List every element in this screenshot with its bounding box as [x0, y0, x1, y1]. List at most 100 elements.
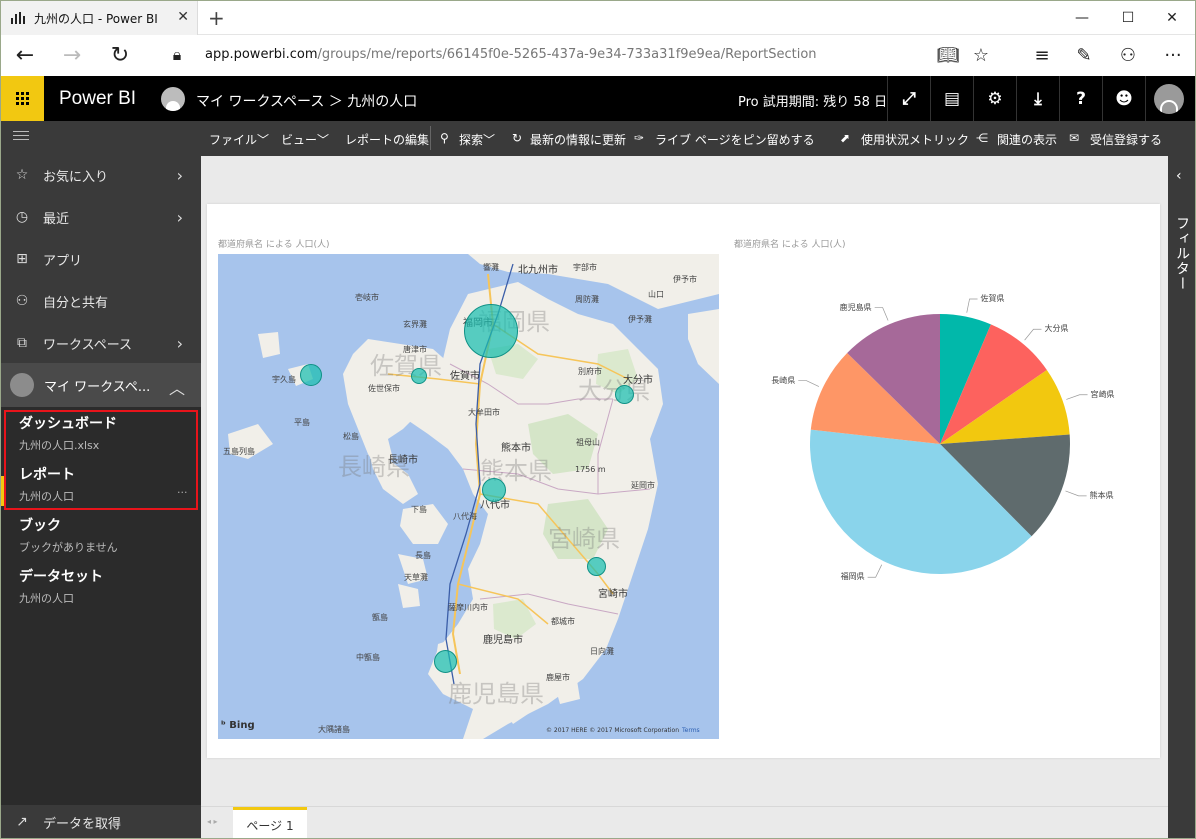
file-menu[interactable]: ファイル﹀ — [209, 131, 269, 148]
forward-icon[interactable]: → — [56, 41, 88, 69]
new-tab-icon[interactable]: + — [208, 6, 225, 30]
sidebar-item-shared[interactable]: ⚇ 自分と共有 — [1, 280, 201, 322]
url-host: app.powerbi.com — [205, 47, 318, 62]
map-bubble-kagoshima[interactable] — [434, 650, 457, 673]
section-item[interactable]: 九州の人口 — [19, 590, 74, 606]
section-heading: データセット — [19, 569, 103, 585]
refresh-icon[interactable]: ↻ — [104, 41, 136, 69]
pie-slice-label: 佐賀県 — [980, 293, 1005, 303]
sidebar-item-label: 最近 — [43, 211, 70, 227]
reading-view-icon[interactable]: 📖︎ — [931, 41, 965, 69]
left-nav-pane: ☆ お気に入り › ◷ 最近 › ⊞ アプリ ⚇ 自分と共有 ⧉ ワークスペース… — [1, 121, 201, 838]
breadcrumb[interactable]: マイ ワークスペース ＞ 九州の人口 — [196, 91, 417, 111]
more-icon[interactable]: ··· — [1156, 41, 1190, 69]
app-launcher-icon[interactable] — [1, 76, 44, 121]
pie-leader-line — [1066, 394, 1088, 400]
url-path: /groups/me/reports/66145f0e-5265-437a-9e… — [317, 47, 817, 62]
sidebar-item-label: 自分と共有 — [43, 295, 109, 311]
subscribe-button[interactable]: 受信登録する — [1090, 131, 1162, 148]
edit-report-button[interactable]: レポートの編集 — [345, 131, 429, 148]
share-icon[interactable]: ⚇ — [1111, 41, 1145, 69]
browser-window: 九州の人口 - Power BI ✕ + — ☐ ✕ ← → ↻ 🔒︎ app.… — [0, 0, 1196, 839]
account-avatar[interactable] — [1154, 84, 1184, 114]
map-label: 大分県 — [578, 377, 650, 405]
map-bubble-kumamoto[interactable] — [482, 478, 506, 502]
map-label: 天草灘 — [404, 573, 428, 582]
apps-icon: ⊞ — [16, 251, 28, 267]
view-related-button[interactable]: 関連の表示 — [997, 131, 1057, 148]
map-bubble-saga[interactable] — [411, 368, 427, 384]
star-icon: ☆ — [15, 167, 29, 183]
map-bubble-oita[interactable] — [615, 385, 634, 404]
pie-leader-line — [874, 307, 889, 321]
explore-menu[interactable]: 探索﹀ — [459, 131, 495, 148]
trial-status[interactable]: Pro 試用期間: 残り 58 日 — [738, 91, 887, 110]
lock-icon: 🔒︎ — [172, 45, 182, 64]
map-label: 松島 — [343, 432, 359, 441]
workspaces-icon: ⧉ — [17, 335, 27, 351]
maximize-icon[interactable]: ☐ — [1105, 1, 1151, 35]
pie-slice-label: 長崎県 — [771, 375, 796, 385]
map-bubble-miyazaki[interactable] — [587, 557, 606, 576]
map-label: 佐世保市 — [368, 384, 400, 393]
fullscreen-icon[interactable]: ⤢ — [887, 76, 930, 121]
arrow-icon: ↗ — [16, 814, 28, 830]
refresh-button[interactable]: 最新の情報に更新 — [530, 131, 626, 148]
feedback-smiley-icon[interactable]: ☻ — [1102, 76, 1145, 121]
hub-icon[interactable]: ≡ — [1025, 41, 1059, 69]
pin-live-page-button[interactable]: ライブ ページをピン留めする — [655, 131, 815, 148]
map-label: 日向灘 — [590, 647, 614, 656]
favorite-star-icon[interactable]: ☆ — [964, 41, 998, 69]
map-bubble-fukuoka[interactable] — [464, 304, 518, 358]
map-label: 都城市 — [551, 617, 575, 626]
report-page: 都道府県名 による 人口(人) 都道府県名 による 人口(人) 北九州市 佐賀市… — [207, 204, 1160, 758]
web-note-icon[interactable]: ✎ — [1067, 41, 1101, 69]
sidebar-item-favorites[interactable]: ☆ お気に入り › — [1, 154, 201, 196]
map-label: 鹿児島県 — [448, 680, 544, 708]
comment-icon[interactable]: ▤ — [930, 76, 973, 121]
map-label: 佐賀県 — [370, 352, 442, 380]
page-tab[interactable]: ページ 1 — [233, 807, 307, 838]
map-bubble-nagasaki[interactable] — [300, 364, 322, 386]
settings-gear-icon[interactable]: ⚙ — [973, 76, 1016, 121]
pie-leader-line — [1065, 490, 1087, 497]
filters-pane[interactable]: ‹ フィルター — [1168, 156, 1195, 838]
tab-title: 九州の人口 - Power BI — [34, 11, 158, 26]
map-label: 響灘 — [483, 263, 499, 272]
my-workspace-header[interactable]: マイ ワークスペ... ︿ — [1, 363, 201, 407]
app-name[interactable]: Power BI — [59, 88, 136, 110]
map-label: 八代海 — [453, 512, 477, 521]
close-tab-icon[interactable]: ✕ — [177, 9, 189, 25]
back-icon[interactable]: ← — [9, 41, 41, 69]
refresh-icon: ↻ — [512, 131, 523, 145]
hamburger-menu-icon[interactable] — [13, 131, 29, 143]
help-icon[interactable]: ? — [1059, 76, 1102, 121]
sidebar-item-apps[interactable]: ⊞ アプリ — [1, 238, 201, 280]
sidebar-item-recent[interactable]: ◷ 最近 › — [1, 196, 201, 238]
pie-chart[interactable]: 佐賀県 大分県 宮崎県 熊本県 福岡県 長崎県 鹿児島県 — [734, 254, 1154, 739]
title-bar: 九州の人口 - Power BI ✕ + — ☐ ✕ — [1, 1, 1195, 35]
chevron-up-icon: ︿ — [168, 379, 185, 398]
sidebar-item-workspaces[interactable]: ⧉ ワークスペース › — [1, 322, 201, 364]
map-copyright: © 2017 HERE © 2017 Microsoft Corporation — [546, 727, 679, 734]
map-label: 伊予市 — [673, 275, 697, 284]
map-label: 祖母山 — [576, 438, 600, 447]
page-nav-arrows[interactable]: ◂ ▸ — [207, 817, 218, 826]
map-label: 長島 — [415, 551, 431, 560]
url-field[interactable]: app.powerbi.com/groups/me/reports/66145f… — [205, 47, 817, 62]
browser-tab[interactable]: 九州の人口 - Power BI ✕ — [1, 1, 198, 35]
close-window-icon[interactable]: ✕ — [1149, 1, 1195, 35]
metrics-icon: ⬈ — [840, 131, 851, 145]
minimize-icon[interactable]: — — [1059, 1, 1105, 35]
filters-label: フィルター — [1174, 216, 1190, 291]
download-icon[interactable]: ⤓ — [1016, 76, 1059, 121]
view-menu[interactable]: ビュー﹀ — [281, 131, 329, 148]
bubble-map[interactable]: 北九州市福岡市佐賀市大分市長崎市熊本市宮崎市鹿児島市八代市別府市唐津市佐世保市大… — [218, 254, 719, 739]
map-terms-link[interactable]: Terms — [682, 727, 700, 734]
chevron-left-icon[interactable]: ‹ — [1176, 168, 1182, 184]
pie-slice-label: 大分県 — [1044, 324, 1069, 334]
toolbar-divider — [430, 126, 431, 150]
get-data-button[interactable]: ↗ データを取得 — [1, 805, 201, 838]
workspace-avatar — [161, 87, 185, 111]
usage-metrics-button[interactable]: 使用状況メトリック — [861, 131, 969, 148]
